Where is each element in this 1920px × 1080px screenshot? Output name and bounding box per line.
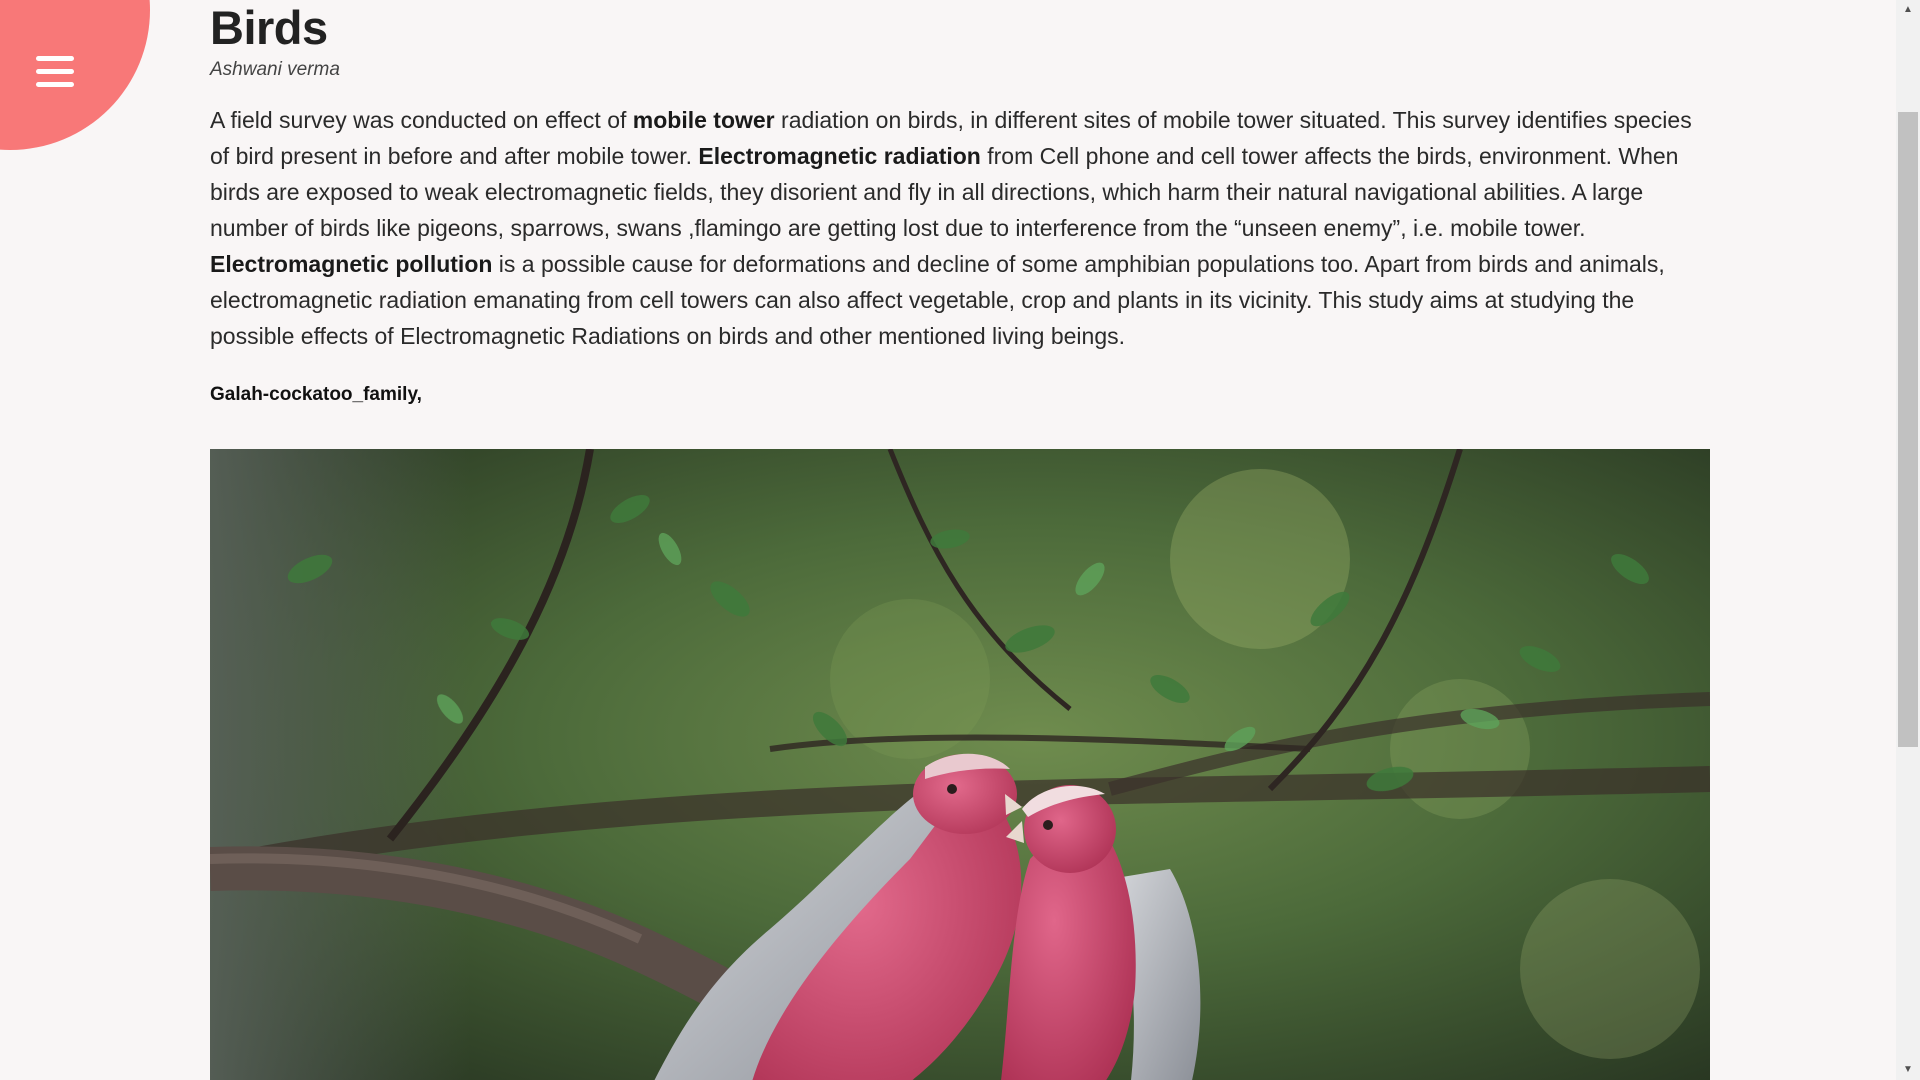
scroll-down-arrow-icon[interactable]: ▼ xyxy=(1896,1060,1920,1080)
article-intro: A field survey was conducted on effect o… xyxy=(210,102,1710,354)
intro-text-1: A field survey was conducted on effect o… xyxy=(210,107,633,133)
menu-blob xyxy=(0,0,150,150)
author-name: Ashwani verma xyxy=(210,59,340,80)
galah-cockatoo-photo xyxy=(210,449,1710,1080)
intro-bold-1: mobile tower xyxy=(632,107,775,133)
hamburger-bar xyxy=(36,82,74,87)
scrollbar-thumb[interactable] xyxy=(1898,112,1918,747)
intro-bold-3: Electromagnetic pollution xyxy=(210,251,493,277)
galah-photo-illustration xyxy=(210,449,1710,1080)
article: Birds Ashwani verma A field survey was c… xyxy=(210,0,1710,406)
hamburger-bar xyxy=(36,56,74,61)
scroll-up-arrow-icon[interactable]: ▲ xyxy=(1896,0,1920,20)
hamburger-menu-icon[interactable] xyxy=(36,56,74,90)
vertical-scrollbar[interactable]: ▲ ▼ xyxy=(1896,0,1920,1080)
intro-bold-2: Electromagnetic radiation xyxy=(698,143,981,169)
image-caption: Galah-cockatoo_family, xyxy=(210,384,422,405)
page: Birds Ashwani verma A field survey was c… xyxy=(0,0,1920,1080)
hamburger-bar xyxy=(36,69,74,74)
page-title: Birds xyxy=(210,1,328,54)
